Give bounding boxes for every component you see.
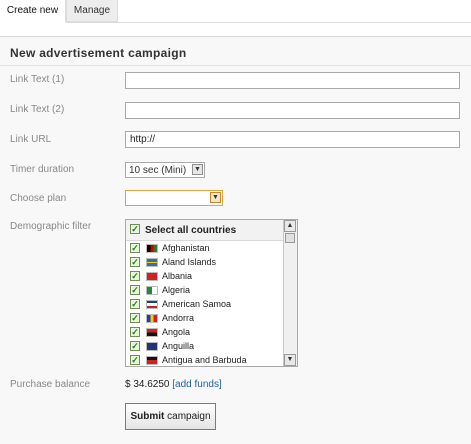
choose-plan-select[interactable]: ▼ xyxy=(125,190,223,206)
list-item[interactable]: ✓ Aland Islands xyxy=(130,256,280,269)
select-all-checkbox[interactable]: ✓ xyxy=(130,224,140,234)
list-item[interactable]: ✓ Angola xyxy=(130,326,280,339)
select-all-label: Select all countries xyxy=(145,225,237,236)
list-item[interactable]: ✓ Albania xyxy=(130,270,280,283)
flag-icon xyxy=(146,328,158,337)
link-text-2-input[interactable] xyxy=(125,102,460,119)
country-checkbox[interactable]: ✓ xyxy=(130,243,140,253)
scroll-thumb[interactable] xyxy=(285,233,295,243)
scroll-down-icon[interactable]: ▼ xyxy=(284,354,296,366)
timer-duration-label: Timer duration xyxy=(10,164,75,175)
link-text-1-input[interactable] xyxy=(125,72,460,89)
tab-bar: Create new Manage xyxy=(0,0,471,23)
list-item[interactable]: ✓ Antigua and Barbuda xyxy=(130,354,280,366)
list-item[interactable]: ✓ Algeria xyxy=(130,284,280,297)
country-name: Andorra xyxy=(162,313,195,323)
panel-title: New advertisement campaign xyxy=(10,46,187,60)
purchase-balance-value: $ 34.6250 [add funds] xyxy=(125,379,222,390)
add-funds-link[interactable]: [add funds] xyxy=(172,379,221,390)
submit-campaign-button[interactable]: Submit campaign xyxy=(125,403,216,430)
link-text-2-label: Link Text (2) xyxy=(10,104,65,115)
chevron-down-icon[interactable]: ▼ xyxy=(210,192,221,203)
tab-manage[interactable]: Manage xyxy=(66,0,118,22)
flag-icon xyxy=(146,244,158,253)
flag-icon xyxy=(146,286,158,295)
flag-icon xyxy=(146,342,158,351)
flag-icon xyxy=(146,258,158,267)
flag-icon xyxy=(146,272,158,281)
demographic-filter-label: Demographic filter xyxy=(10,221,92,232)
select-all-row[interactable]: ✓ Select all countries xyxy=(126,220,284,241)
country-list-scrollbar[interactable]: ▲ ▼ xyxy=(283,220,297,366)
list-item[interactable]: ✓ Andorra xyxy=(130,312,280,325)
flag-icon xyxy=(146,314,158,323)
country-name: Albania xyxy=(162,271,193,281)
country-checkbox[interactable]: ✓ xyxy=(130,313,140,323)
link-url-label: Link URL xyxy=(10,134,52,145)
country-name: Antigua and Barbuda xyxy=(162,355,247,365)
country-name: Anguilla xyxy=(162,341,195,351)
tab-create-new[interactable]: Create new xyxy=(0,0,66,23)
list-item[interactable]: ✓ Afghanistan xyxy=(130,242,280,255)
flag-icon xyxy=(146,300,158,309)
country-checkbox[interactable]: ✓ xyxy=(130,285,140,295)
list-item[interactable]: ✓ American Samoa xyxy=(130,298,280,311)
country-name: Afghanistan xyxy=(162,243,210,253)
country-name: Angola xyxy=(162,327,191,337)
purchase-balance-label: Purchase balance xyxy=(10,379,91,390)
country-checkbox[interactable]: ✓ xyxy=(130,341,140,351)
choose-plan-label: Choose plan xyxy=(10,193,67,204)
panel-divider xyxy=(0,65,471,66)
country-checkbox[interactable]: ✓ xyxy=(130,257,140,267)
flag-icon xyxy=(146,356,158,365)
timer-duration-value: 10 sec (Mini) xyxy=(129,165,187,176)
scroll-up-icon[interactable]: ▲ xyxy=(284,220,296,232)
link-url-input[interactable] xyxy=(125,131,460,148)
submit-label-bold: Submit xyxy=(130,411,165,422)
timer-duration-select[interactable]: 10 sec (Mini) ▼ xyxy=(125,162,205,178)
country-name: Algeria xyxy=(162,285,191,295)
submit-label-rest: campaign xyxy=(164,411,211,422)
country-name: American Samoa xyxy=(162,299,232,309)
country-checkbox[interactable]: ✓ xyxy=(130,355,140,365)
list-item[interactable]: ✓ Anguilla xyxy=(130,340,280,353)
chevron-down-icon[interactable]: ▼ xyxy=(192,164,203,175)
country-name: Aland Islands xyxy=(162,257,217,267)
country-checkbox[interactable]: ✓ xyxy=(130,299,140,309)
balance-amount: $ 34.6250 xyxy=(125,379,170,390)
country-checkbox[interactable]: ✓ xyxy=(130,271,140,281)
link-text-1-label: Link Text (1) xyxy=(10,74,65,85)
country-list[interactable]: ✓ Select all countries ✓ Afghanistan ✓ A… xyxy=(125,219,298,367)
country-checkbox[interactable]: ✓ xyxy=(130,327,140,337)
